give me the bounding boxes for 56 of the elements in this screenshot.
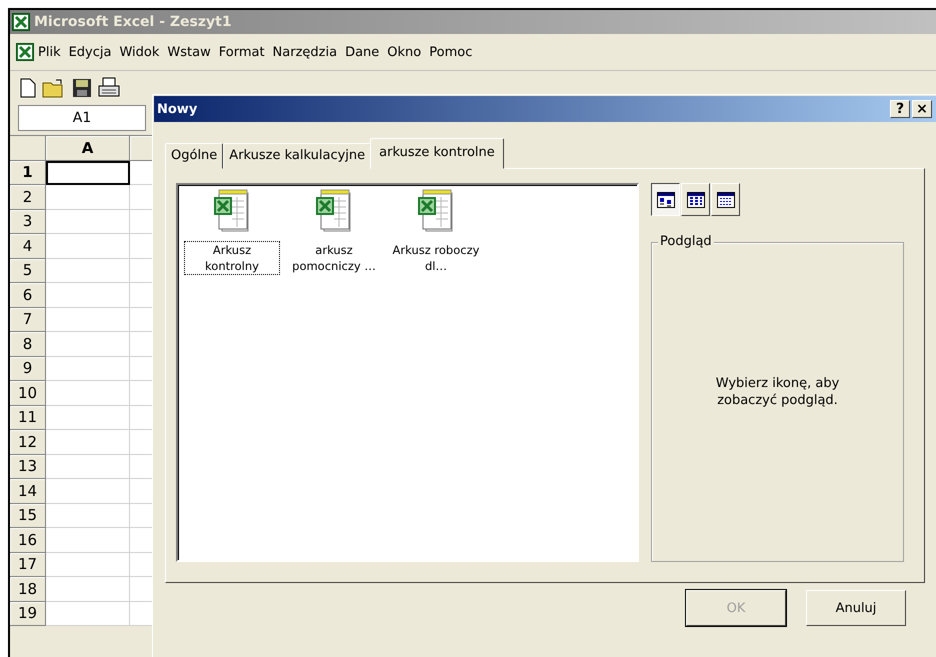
print-icon[interactable] <box>98 77 120 99</box>
active-cell[interactable] <box>46 160 130 185</box>
preview-message: Wybierz ikonę, aby zobaczyć podgląd. <box>714 375 840 409</box>
column-header[interactable]: A <box>46 136 130 160</box>
menu-item[interactable]: Plik <box>34 44 65 60</box>
template-item[interactable]: arkusz pomocniczy … <box>286 189 382 275</box>
tab[interactable]: Ogólne <box>165 143 224 169</box>
menu-item[interactable]: Widok <box>115 44 164 60</box>
list-view-button[interactable] <box>681 183 710 216</box>
dialog-button[interactable]: Anuluj <box>806 590 906 626</box>
menu-item[interactable]: Narzędzia <box>268 44 342 60</box>
select-all-corner[interactable] <box>10 136 46 160</box>
row-header[interactable]: 4 <box>10 234 46 258</box>
row-header[interactable]: 3 <box>10 210 46 234</box>
menu-item[interactable]: Format <box>214 44 269 60</box>
large-view-icon <box>656 192 674 208</box>
row-header[interactable]: 7 <box>10 308 46 332</box>
menu-item[interactable]: Pomoc <box>425 44 476 60</box>
row-header[interactable]: 12 <box>10 430 46 454</box>
row-header[interactable]: 18 <box>10 577 46 602</box>
row-header[interactable]: 9 <box>10 356 46 381</box>
row-header[interactable]: 13 <box>10 454 46 479</box>
dialog-title: Nowy <box>157 102 198 116</box>
template-item[interactable]: Arkusz kontrolny <box>184 189 280 275</box>
row-header[interactable]: 8 <box>10 332 46 356</box>
row-header[interactable]: 5 <box>10 258 46 283</box>
help-button[interactable]: ? <box>890 100 910 118</box>
row-header[interactable]: 15 <box>10 504 46 528</box>
app-title: Microsoft Excel - Zeszyt1 <box>34 14 232 30</box>
row-header[interactable]: 11 <box>10 406 46 430</box>
row-header[interactable]: 17 <box>10 552 46 577</box>
row-header[interactable]: 6 <box>10 283 46 308</box>
menu-item[interactable]: Dane <box>341 44 384 60</box>
workbook-icon <box>16 43 34 61</box>
save-icon[interactable] <box>72 78 92 98</box>
row-header[interactable]: 10 <box>10 381 46 406</box>
template-item[interactable]: Arkusz roboczy dl… <box>388 189 484 275</box>
row-header[interactable]: 16 <box>10 528 46 552</box>
row-header[interactable]: 1 <box>10 160 46 185</box>
name-box[interactable]: A1 <box>18 105 146 131</box>
new-document-icon[interactable] <box>20 78 36 98</box>
row-header[interactable]: 14 <box>10 479 46 504</box>
large-view-button[interactable] <box>651 183 680 216</box>
details-view-button[interactable] <box>711 183 740 216</box>
menu-item[interactable]: Wstaw <box>163 44 215 60</box>
list-view-icon <box>686 192 704 208</box>
group-title: Podgląd <box>658 234 714 249</box>
tab[interactable]: Arkusze kalkulacyjne <box>223 143 372 169</box>
tab[interactable]: arkusze kontrolne <box>370 138 504 169</box>
row-header[interactable]: 2 <box>10 185 46 210</box>
menu-item[interactable]: Okno <box>383 44 426 60</box>
menu-item[interactable]: Edycja <box>64 44 116 60</box>
close-button[interactable]: × <box>912 100 932 118</box>
row-header[interactable]: 19 <box>10 602 46 626</box>
details-view-icon <box>716 192 734 208</box>
spreadsheet-icon <box>12 13 30 31</box>
